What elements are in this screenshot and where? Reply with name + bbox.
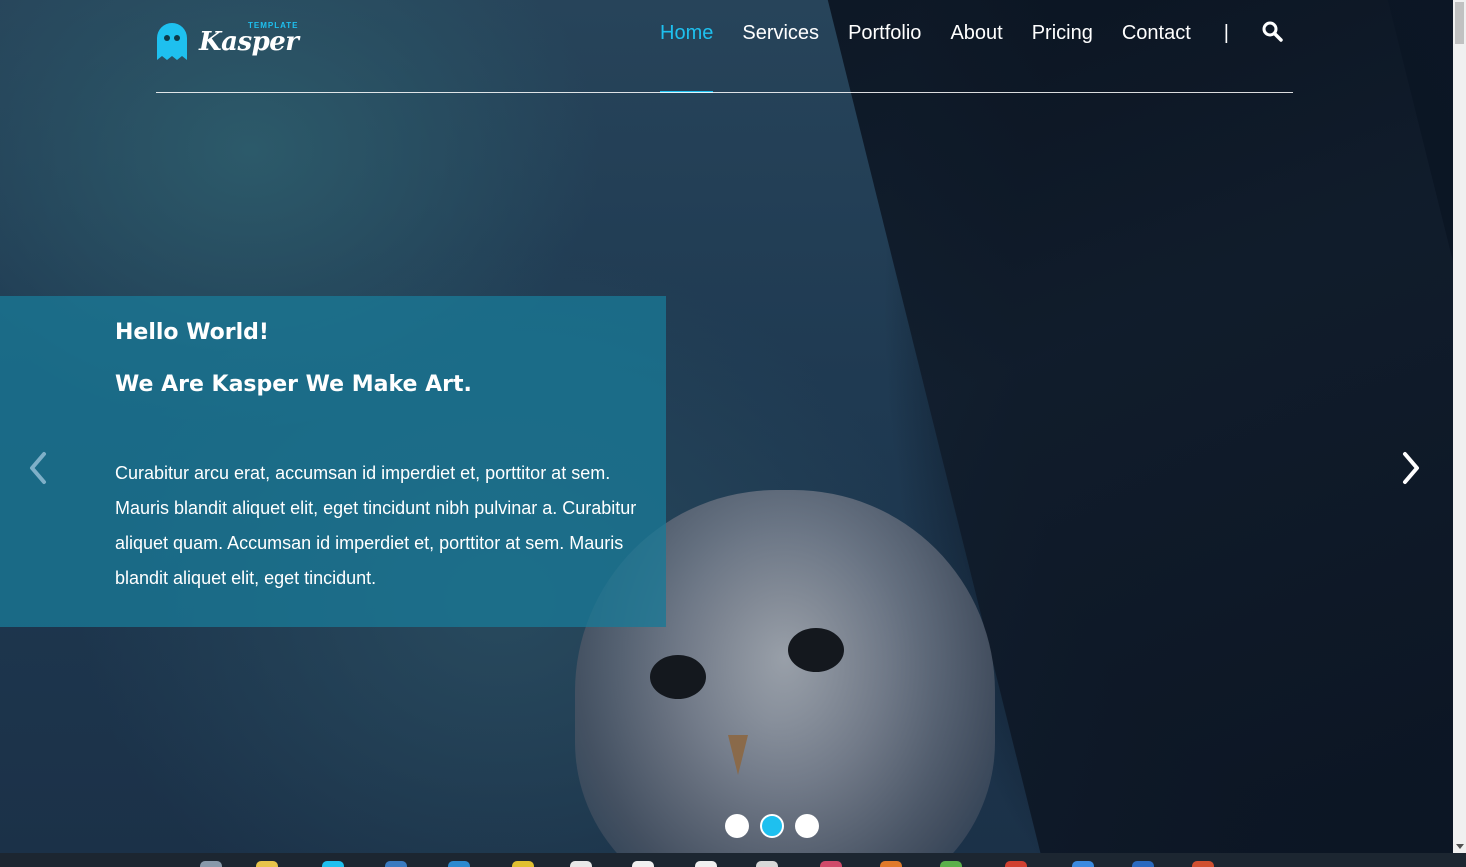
taskbar bbox=[0, 853, 1466, 867]
nav-divider bbox=[156, 92, 1293, 93]
logo-text: Kasper TEMPLATE bbox=[199, 21, 299, 57]
file-icon[interactable] bbox=[632, 861, 654, 867]
app-icon[interactable] bbox=[756, 861, 778, 867]
main-nav: Home Services Portfolio About Pricing Co… bbox=[660, 20, 1285, 93]
owl-beak bbox=[728, 735, 748, 775]
app-icon[interactable] bbox=[940, 861, 962, 867]
nav-home[interactable]: Home bbox=[660, 20, 714, 93]
logo-subtitle: TEMPLATE bbox=[248, 21, 299, 30]
nav-contact[interactable]: Contact bbox=[1122, 20, 1191, 93]
owl-eye bbox=[788, 628, 844, 672]
slide-headline: We Are Kasper We Make Art. bbox=[115, 372, 472, 397]
app-icon[interactable] bbox=[512, 861, 534, 867]
search-icon[interactable] bbox=[1261, 20, 1285, 44]
app-icon[interactable] bbox=[1072, 861, 1094, 867]
app-icon[interactable] bbox=[1192, 861, 1214, 867]
carousel-dot-active[interactable] bbox=[760, 814, 784, 838]
nav-services[interactable]: Services bbox=[742, 20, 819, 93]
chrome-icon[interactable] bbox=[570, 861, 592, 867]
app-icon[interactable] bbox=[1005, 861, 1027, 867]
slide-greeting: Hello World! bbox=[115, 320, 269, 345]
scroll-down-arrow-icon[interactable] bbox=[1456, 844, 1464, 849]
nav-about[interactable]: About bbox=[950, 20, 1002, 93]
scrollbar-thumb[interactable] bbox=[1455, 2, 1464, 44]
carousel-dot[interactable] bbox=[725, 814, 749, 838]
logo-brand: Kasper bbox=[199, 27, 299, 57]
slide-caption-panel: Hello World! We Are Kasper We Make Art. … bbox=[0, 296, 666, 627]
app-icon[interactable] bbox=[880, 861, 902, 867]
app-icon[interactable] bbox=[1132, 861, 1154, 867]
nav-pricing[interactable]: Pricing bbox=[1032, 20, 1093, 93]
app-icon[interactable] bbox=[200, 861, 222, 867]
carousel-indicators bbox=[725, 814, 819, 838]
browser-icon[interactable] bbox=[448, 861, 470, 867]
browser-icon[interactable] bbox=[322, 861, 344, 867]
app-icon[interactable] bbox=[385, 861, 407, 867]
app-icon[interactable] bbox=[820, 861, 842, 867]
slide-body-text: Curabitur arcu erat, accumsan id imperdi… bbox=[115, 463, 637, 588]
nav-separator: | bbox=[1223, 22, 1229, 44]
logo[interactable]: Kasper TEMPLATE bbox=[155, 21, 299, 62]
ghost-icon bbox=[155, 22, 189, 62]
file-icon[interactable] bbox=[695, 861, 717, 867]
owl-eye bbox=[650, 655, 706, 699]
vertical-scrollbar[interactable] bbox=[1453, 0, 1466, 853]
app-icon[interactable] bbox=[256, 861, 278, 867]
chevron-left-icon[interactable] bbox=[24, 450, 54, 486]
hero-slider: Kasper TEMPLATE Home Services Portfolio … bbox=[0, 0, 1453, 853]
chevron-right-icon[interactable] bbox=[1396, 450, 1426, 486]
carousel-dot[interactable] bbox=[795, 814, 819, 838]
nav-portfolio[interactable]: Portfolio bbox=[848, 20, 921, 93]
